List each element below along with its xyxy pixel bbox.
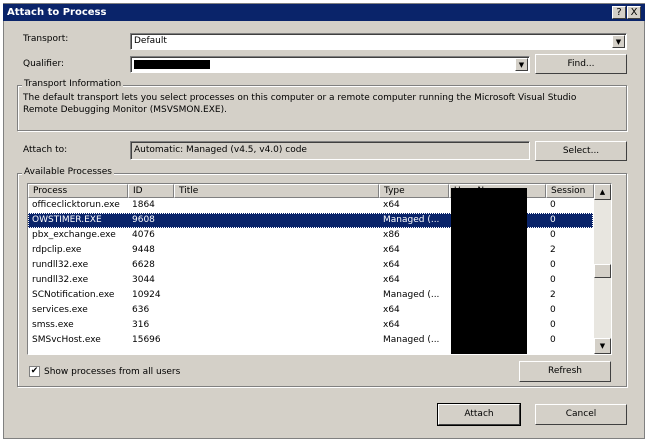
cell-session: 2 bbox=[550, 290, 556, 300]
cell-process: services.exe bbox=[32, 305, 88, 315]
attach-to-field: Automatic: Managed (v4.5, v4.0) code bbox=[130, 141, 530, 160]
cell-type: x64 bbox=[383, 305, 400, 315]
transport-combo[interactable]: Default ▼ bbox=[130, 33, 627, 50]
cell-session: 0 bbox=[550, 230, 556, 240]
scrollbar[interactable]: ▲ ▼ bbox=[594, 184, 611, 354]
attach-button[interactable]: Attach bbox=[437, 403, 521, 426]
cell-id: 15696 bbox=[132, 335, 161, 345]
column-header-process[interactable]: Process bbox=[28, 184, 128, 198]
select-button[interactable]: Select... bbox=[535, 141, 627, 161]
cell-type: x64 bbox=[383, 245, 400, 255]
group-label: Transport Information bbox=[22, 79, 124, 89]
show-all-users-checkbox[interactable]: ✔ bbox=[29, 366, 40, 377]
cell-id: 9448 bbox=[132, 245, 155, 255]
transport-label: Transport: bbox=[23, 34, 69, 44]
cell-type: x64 bbox=[383, 260, 400, 270]
cell-process: smss.exe bbox=[32, 320, 74, 330]
cell-id: 4076 bbox=[132, 230, 155, 240]
cell-process: rundll32.exe bbox=[32, 275, 89, 285]
column-header-type[interactable]: Type bbox=[379, 184, 449, 198]
attach-to-label: Attach to: bbox=[23, 145, 68, 155]
cell-session: 0 bbox=[550, 320, 556, 330]
cell-type: x64 bbox=[383, 200, 400, 210]
cell-process: pbx_exchange.exe bbox=[32, 230, 116, 240]
qualifier-label: Qualifier: bbox=[23, 59, 65, 69]
cell-id: 636 bbox=[132, 305, 150, 315]
show-all-users-label[interactable]: Show processes from all users bbox=[44, 367, 180, 377]
scroll-thumb[interactable] bbox=[594, 264, 611, 278]
cell-process: rundll32.exe bbox=[32, 260, 89, 270]
refresh-button[interactable]: Refresh bbox=[519, 361, 611, 382]
cell-process: officeclicktorun.exe bbox=[32, 200, 120, 210]
help-button[interactable]: ? bbox=[612, 6, 626, 19]
cell-type: x86 bbox=[383, 230, 400, 240]
redaction bbox=[451, 188, 527, 354]
cell-id: 3044 bbox=[132, 275, 155, 285]
cell-type: Managed (... bbox=[383, 290, 440, 300]
cell-session: 2 bbox=[550, 245, 556, 255]
title-bar: Attach to Process bbox=[3, 4, 645, 21]
cell-type: x64 bbox=[383, 275, 400, 285]
transport-info-text: The default transport lets you select pr… bbox=[23, 93, 577, 115]
column-header-session[interactable]: Session bbox=[546, 184, 594, 198]
scroll-up-icon[interactable]: ▲ bbox=[594, 184, 611, 200]
cell-session: 0 bbox=[550, 260, 556, 270]
cell-session: 0 bbox=[550, 215, 556, 225]
cell-process: SCNotification.exe bbox=[32, 290, 115, 300]
redaction bbox=[134, 60, 210, 69]
cell-id: 1864 bbox=[132, 200, 155, 210]
cell-process: rdpclip.exe bbox=[32, 245, 82, 255]
transport-value: Default bbox=[134, 36, 167, 46]
cell-session: 0 bbox=[550, 200, 556, 210]
cell-type: Managed (... bbox=[383, 215, 440, 225]
close-button[interactable]: X bbox=[627, 6, 641, 19]
cell-id: 316 bbox=[132, 320, 150, 330]
process-list[interactable]: Process ID Title Type User Name Session … bbox=[27, 183, 612, 355]
chevron-down-icon[interactable]: ▼ bbox=[612, 35, 625, 48]
dialog-title: Attach to Process bbox=[7, 7, 107, 18]
chevron-down-icon[interactable]: ▼ bbox=[515, 58, 528, 71]
cell-id: 6628 bbox=[132, 260, 155, 270]
cell-type: x64 bbox=[383, 320, 400, 330]
qualifier-combo[interactable]: ▼ bbox=[130, 56, 530, 73]
cell-process: SMSvcHost.exe bbox=[32, 335, 101, 345]
cell-id: 10924 bbox=[132, 290, 161, 300]
cell-session: 0 bbox=[550, 335, 556, 345]
scroll-down-icon[interactable]: ▼ bbox=[594, 338, 611, 354]
cell-process: OWSTIMER.EXE bbox=[32, 215, 102, 225]
cell-session: 0 bbox=[550, 275, 556, 285]
cell-id: 9608 bbox=[132, 215, 155, 225]
cell-type: Managed (... bbox=[383, 335, 440, 345]
cell-session: 0 bbox=[550, 305, 556, 315]
column-header-title[interactable]: Title bbox=[174, 184, 379, 198]
cancel-button[interactable]: Cancel bbox=[535, 404, 627, 425]
group-label: Available Processes bbox=[22, 167, 114, 177]
transport-information-group: Transport Information The default transp… bbox=[17, 79, 627, 131]
column-header-id[interactable]: ID bbox=[128, 184, 174, 198]
find-button[interactable]: Find... bbox=[535, 54, 627, 74]
